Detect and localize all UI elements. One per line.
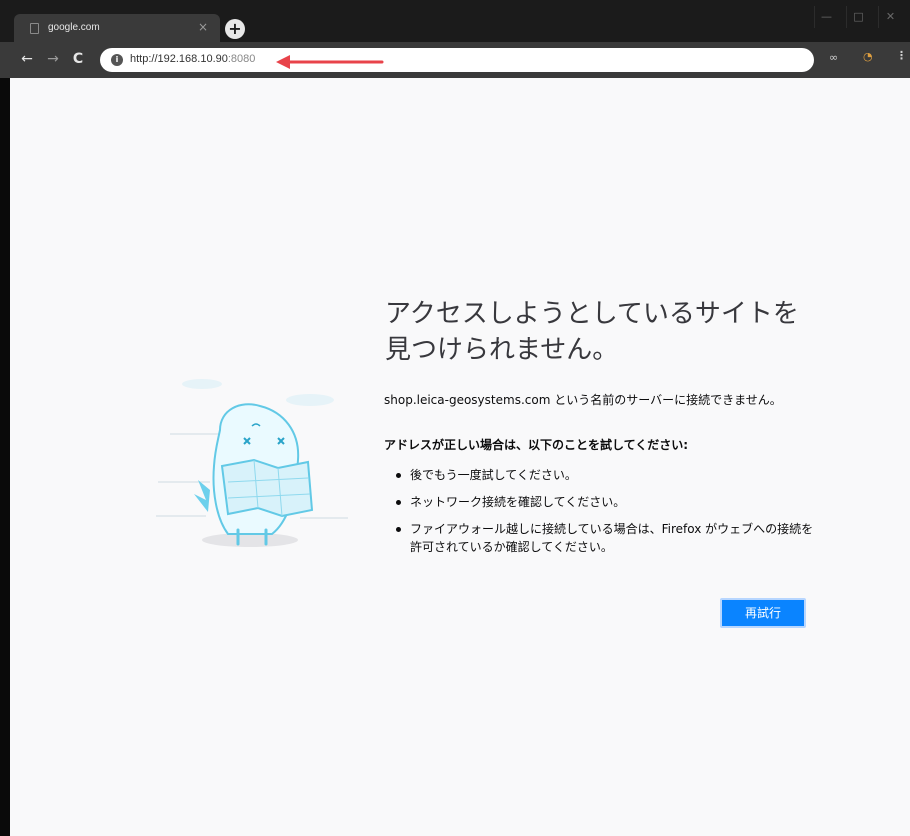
new-tab-button[interactable]: + xyxy=(225,19,245,39)
url-host: http://192.168.10.90 xyxy=(130,53,228,65)
forward-arrow-icon[interactable]: → xyxy=(43,49,63,69)
browser-window: google.com × + — □ ✕ ← → C i http://192.… xyxy=(0,0,910,836)
menu-icon[interactable]: ⋮ xyxy=(896,49,907,62)
info-icon[interactable]: i xyxy=(111,54,123,66)
tab-strip: google.com × + — □ ✕ xyxy=(0,0,910,42)
advice-heading: アドレスが正しい場合は、以下のことを試してください: xyxy=(384,438,689,452)
list-item: ネットワーク接続を確認してください。 xyxy=(396,493,826,511)
tab-title: google.com xyxy=(48,22,100,33)
list-item: ファイアウォール越しに接続している場合は、Firefox がウェブへの接続を許可… xyxy=(396,520,816,556)
page-icon xyxy=(30,23,39,34)
suggestion-list: 後でもう一度試してください。 ネットワーク接続を確認してください。 ファイアウォ… xyxy=(396,466,826,565)
url-text[interactable]: http://192.168.10.90:8080 xyxy=(130,53,255,65)
reload-icon[interactable]: C xyxy=(68,49,88,69)
extension-icon-2[interactable]: ◔ xyxy=(863,50,873,63)
url-port: :8080 xyxy=(227,53,256,65)
tab-google[interactable]: google.com × xyxy=(14,14,220,42)
error-description: shop.leica-geosystems.com という名前のサーバーに接続で… xyxy=(384,393,782,407)
list-item: 後でもう一度試してください。 xyxy=(396,466,826,484)
minimize-button[interactable]: — xyxy=(814,6,838,28)
error-title: アクセスしようとしているサイトを見つけられません。 xyxy=(385,299,799,365)
annotation-arrow-icon xyxy=(276,55,384,69)
extension-icon[interactable]: ∞ xyxy=(829,51,838,64)
back-arrow-icon[interactable]: ← xyxy=(17,49,37,69)
dinosaur-illustration xyxy=(156,379,348,547)
tab-close-icon[interactable]: × xyxy=(198,20,208,34)
retry-button[interactable]: 再試行 xyxy=(720,598,806,628)
address-bar[interactable]: i http://192.168.10.90:8080 xyxy=(100,48,814,72)
close-window-button[interactable]: ✕ xyxy=(878,6,902,28)
maximize-button[interactable]: □ xyxy=(846,6,870,28)
toolbar: ← → C i http://192.168.10.90:8080 ∞ ◔ ⋮ xyxy=(0,42,910,78)
error-page xyxy=(10,78,910,836)
